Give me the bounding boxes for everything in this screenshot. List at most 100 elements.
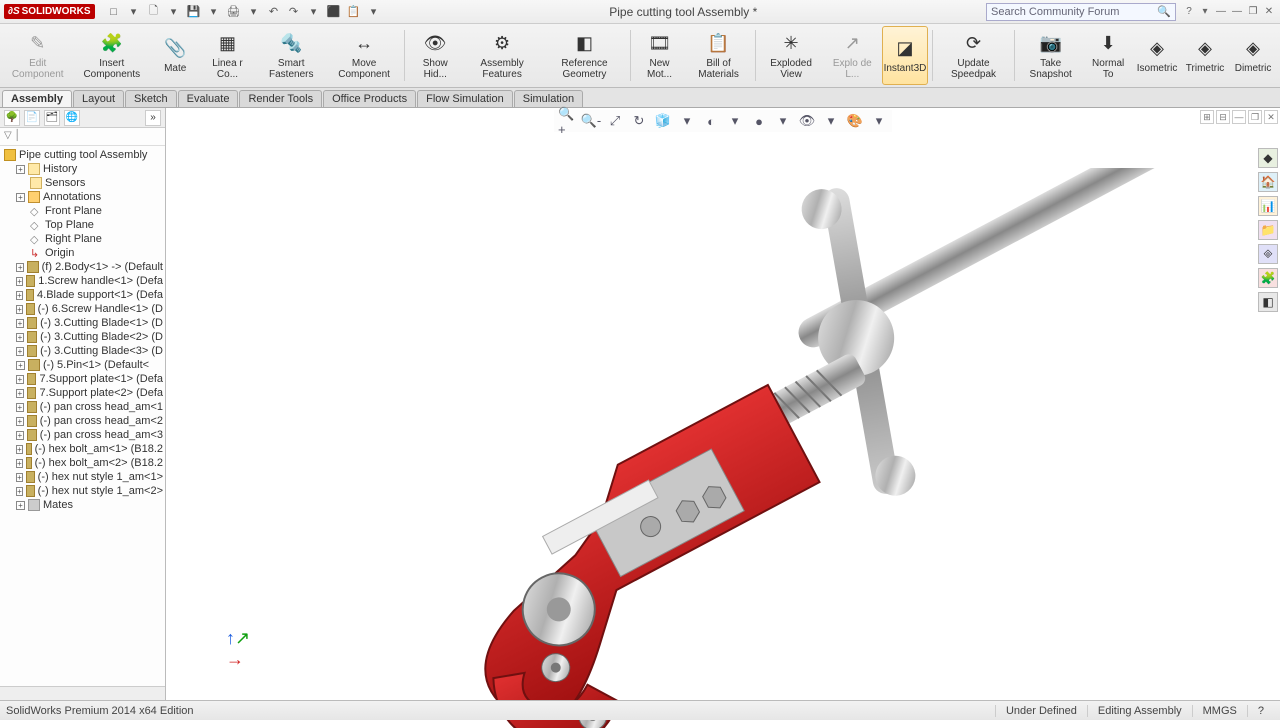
ribbon-assembly-features[interactable]: ⚙Assembly Features <box>463 26 541 85</box>
tree-item-23[interactable]: +(-) hex nut style 1_am<2> <box>4 484 163 498</box>
tab-office-products[interactable]: Office Products <box>323 90 416 107</box>
tree-item-7[interactable]: +(f) 2.Body<1> -> (Default <box>4 260 163 274</box>
expand-icon[interactable]: + <box>16 487 23 496</box>
qat-button-1[interactable]: ▾ <box>127 5 141 19</box>
viewport-control-1[interactable]: ⊟ <box>1216 110 1230 124</box>
tree-item-21[interactable]: +(-) hex bolt_am<2> (B18.2 <box>4 456 163 470</box>
qat-button-6[interactable]: 🖨 <box>227 5 241 19</box>
expand-icon[interactable]: + <box>16 431 24 440</box>
expand-icon[interactable]: + <box>16 417 24 426</box>
ribbon-bill-of-materials[interactable]: 📋Bill of Materials <box>686 26 750 85</box>
ribbon-isometric[interactable]: ◈Isometric <box>1134 26 1180 85</box>
expand-icon[interactable]: + <box>16 305 23 314</box>
expand-icon[interactable]: + <box>16 165 25 174</box>
ribbon-trimetric[interactable]: ◈Trimetric <box>1182 26 1228 85</box>
hud-button-12[interactable]: 🎨 <box>846 112 864 130</box>
expand-icon[interactable]: + <box>16 291 23 300</box>
hud-button-0[interactable]: 🔍+ <box>558 112 576 130</box>
tree-item-13[interactable]: +(-) 3.Cutting Blade<3> (D <box>4 344 163 358</box>
expand-icon[interactable]: + <box>16 375 24 384</box>
tree-item-8[interactable]: +1.Screw handle<1> (Defa <box>4 274 163 288</box>
tab-flow-simulation[interactable]: Flow Simulation <box>417 90 513 107</box>
expand-icon[interactable]: + <box>16 347 24 356</box>
tab-sketch[interactable]: Sketch <box>125 90 177 107</box>
window-control-2[interactable]: — <box>1214 5 1228 19</box>
ribbon-mate[interactable]: 📎Mate <box>152 26 198 85</box>
search-community-input[interactable]: Search Community Forum 🔍 <box>986 3 1176 21</box>
ribbon-show-hid-[interactable]: 👁Show Hid... <box>409 26 461 85</box>
tree-item-19[interactable]: +(-) pan cross head_am<3 <box>4 428 163 442</box>
window-control-1[interactable]: ▾ <box>1198 5 1212 19</box>
qat-button-8[interactable]: ↶ <box>267 5 281 19</box>
hud-button-13[interactable]: ▾ <box>870 112 888 130</box>
tree-item-3[interactable]: Front Plane <box>4 204 163 218</box>
hud-button-11[interactable]: ▾ <box>822 112 840 130</box>
hud-button-8[interactable]: ● <box>750 112 768 130</box>
tab-property-icon[interactable]: 📄 <box>24 110 40 126</box>
tree-item-18[interactable]: +(-) pan cross head_am<2 <box>4 414 163 428</box>
tree-item-24[interactable]: +Mates <box>4 498 163 512</box>
viewport-control-0[interactable]: ⊞ <box>1200 110 1214 124</box>
tree-item-1[interactable]: Sensors <box>4 176 163 190</box>
expand-icon[interactable]: + <box>16 501 25 510</box>
tree-filter[interactable]: ▽ │ <box>0 128 165 146</box>
hud-button-4[interactable]: 🧊 <box>654 112 672 130</box>
tree-item-10[interactable]: +(-) 6.Screw Handle<1> (D <box>4 302 163 316</box>
expand-icon[interactable]: + <box>16 277 23 286</box>
ribbon-normal-to[interactable]: ⬇Normal To <box>1084 26 1132 85</box>
tab-display-icon[interactable]: 🌐 <box>64 110 80 126</box>
panel-collapse-icon[interactable]: » <box>145 110 161 126</box>
qat-button-12[interactable]: 📋 <box>347 5 361 19</box>
ribbon-insert-components[interactable]: 🧩Insert Components <box>73 26 150 85</box>
hud-button-1[interactable]: 🔍- <box>582 112 600 130</box>
expand-icon[interactable]: + <box>16 473 23 482</box>
tab-render-tools[interactable]: Render Tools <box>239 90 322 107</box>
qat-button-3[interactable]: ▾ <box>167 5 181 19</box>
expand-icon[interactable]: + <box>16 403 24 412</box>
qat-button-11[interactable]: ⬛ <box>327 5 341 19</box>
qat-button-7[interactable]: ▾ <box>247 5 261 19</box>
qat-button-9[interactable]: ↷ <box>287 5 301 19</box>
tree-item-4[interactable]: Top Plane <box>4 218 163 232</box>
feature-tree[interactable]: Pipe cutting tool Assembly+HistorySensor… <box>0 146 165 686</box>
hud-button-6[interactable]: ◐ <box>702 112 720 130</box>
hud-button-5[interactable]: ▾ <box>678 112 696 130</box>
tab-evaluate[interactable]: Evaluate <box>178 90 239 107</box>
expand-icon[interactable]: + <box>16 389 24 398</box>
expand-icon[interactable]: + <box>16 445 23 454</box>
qat-button-10[interactable]: ▾ <box>307 5 321 19</box>
ribbon-exploded-view[interactable]: ✳Exploded View <box>760 26 823 85</box>
expand-icon[interactable]: + <box>16 319 24 328</box>
qat-button-5[interactable]: ▾ <box>207 5 221 19</box>
tree-item-22[interactable]: +(-) hex nut style 1_am<1> <box>4 470 163 484</box>
expand-icon[interactable]: + <box>16 263 24 272</box>
tree-root[interactable]: Pipe cutting tool Assembly <box>4 148 163 162</box>
tree-item-16[interactable]: +7.Support plate<2> (Defa <box>4 386 163 400</box>
taskpane-tab-0[interactable]: ◆ <box>1258 148 1278 168</box>
tree-item-0[interactable]: +History <box>4 162 163 176</box>
tree-item-11[interactable]: +(-) 3.Cutting Blade<1> (D <box>4 316 163 330</box>
panel-tabs[interactable]: 🌳 📄 🗂 🌐 » <box>0 108 165 128</box>
ribbon-move-component[interactable]: ↔Move Component <box>328 26 401 85</box>
ribbon-take-snapshot[interactable]: 📷Take Snapshot <box>1019 26 1082 85</box>
expand-icon[interactable]: + <box>16 193 25 202</box>
tree-item-2[interactable]: +Annotations <box>4 190 163 204</box>
qat-button-13[interactable]: ▾ <box>367 5 381 19</box>
viewport-control-3[interactable]: ❐ <box>1248 110 1262 124</box>
tree-item-15[interactable]: +7.Support plate<1> (Defa <box>4 372 163 386</box>
expand-icon[interactable]: + <box>16 333 24 342</box>
tab-assembly[interactable]: Assembly <box>2 90 72 107</box>
hud-button-3[interactable]: ↻ <box>630 112 648 130</box>
ribbon-update-speedpak[interactable]: ⟳Update Speedpak <box>937 26 1011 85</box>
tab-feature-tree-icon[interactable]: 🌳 <box>4 110 20 126</box>
panel-scrollbar[interactable] <box>0 686 165 700</box>
tree-item-9[interactable]: +4.Blade support<1> (Defa <box>4 288 163 302</box>
viewport-control-4[interactable]: ✕ <box>1264 110 1278 124</box>
tab-config-icon[interactable]: 🗂 <box>44 110 60 126</box>
qat-button-4[interactable]: 💾 <box>187 5 201 19</box>
ribbon-smart-fasteners[interactable]: 🔩Smart Fasteners <box>257 26 326 85</box>
tree-item-5[interactable]: Right Plane <box>4 232 163 246</box>
tree-item-14[interactable]: +(-) 5.Pin<1> (Default< <box>4 358 163 372</box>
ribbon-reference-geometry[interactable]: ◧Reference Geometry <box>543 26 626 85</box>
window-control-0[interactable]: ? <box>1182 5 1196 19</box>
